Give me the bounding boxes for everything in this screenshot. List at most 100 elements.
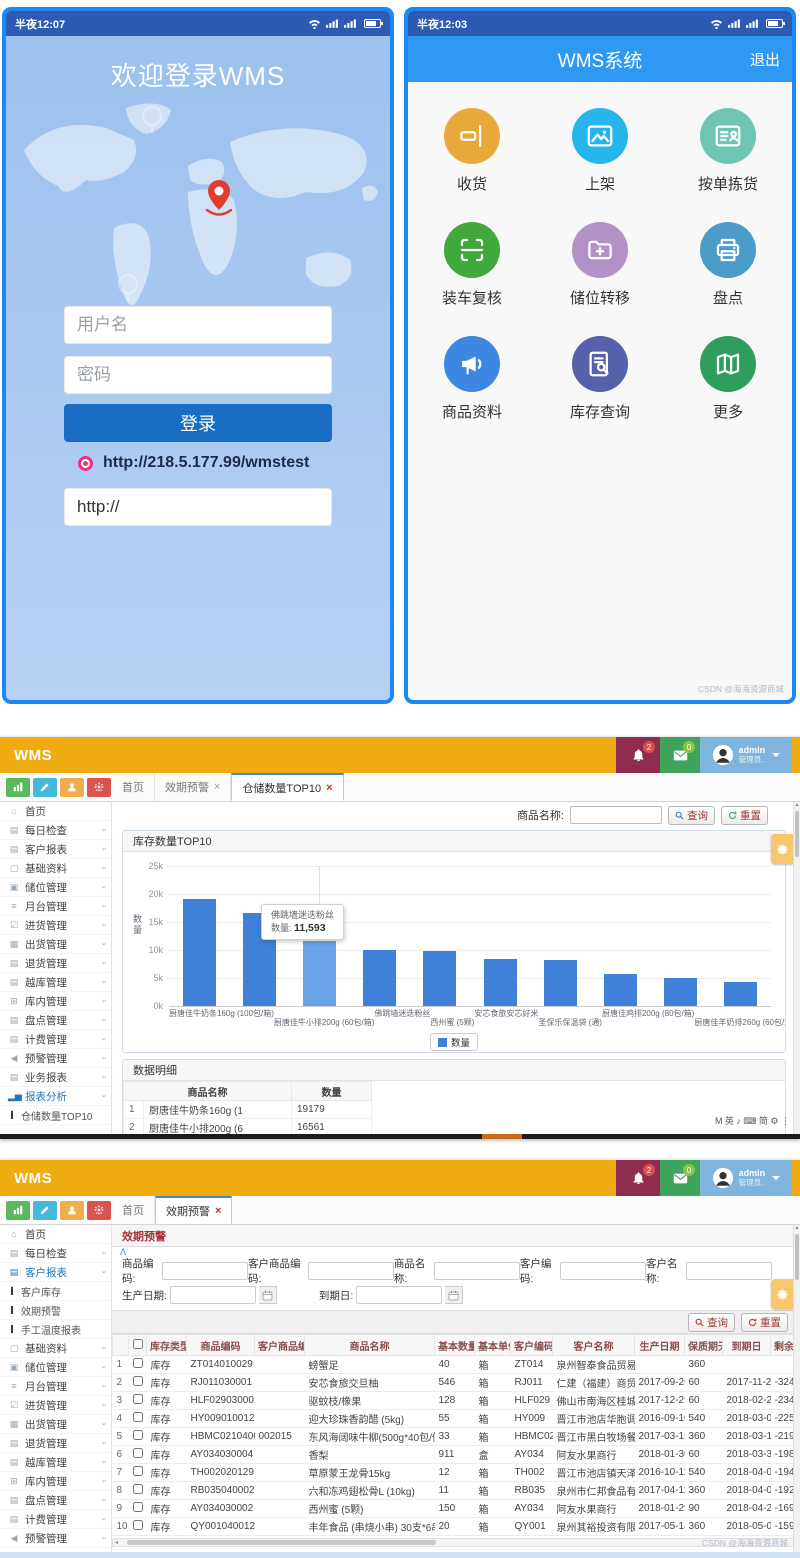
table-row[interactable]: 7库存TH002020129草原蒙王龙骨15kg12箱TH002晋江市池店镇天泽… <box>113 1464 800 1482</box>
sidebar-item-基础资料[interactable]: ▢基础资料› <box>0 859 111 878</box>
date-filter-input-1[interactable] <box>356 1286 442 1304</box>
bar-厨唐佳羊奶排260g (60包/箱)[interactable] <box>604 974 637 1006</box>
sidebar-item-客户报表[interactable]: ▤客户报表› <box>0 840 111 859</box>
table-row[interactable]: 6库存AY034030004香梨911盒AY034阿友水果商行2018-01-3… <box>113 1446 800 1464</box>
query-button[interactable]: 查询 <box>688 1313 735 1332</box>
row-checkbox[interactable] <box>133 1484 143 1494</box>
chart-tool-button[interactable] <box>6 778 30 797</box>
row-checkbox[interactable] <box>133 1520 143 1530</box>
app-item[interactable]: 收货 <box>408 108 536 194</box>
chart-tool-button[interactable] <box>6 1201 30 1220</box>
user-tool-button[interactable] <box>60 1201 84 1220</box>
sidebar-subitem-仓储数量TOP10[interactable]: 仓储数量TOP10 <box>0 1106 111 1125</box>
table-row[interactable]: 9库存AY034030002西州蜜 (5颗)150箱AY034阿友水果商行201… <box>113 1500 800 1518</box>
sidebar-item-月台管理[interactable]: ≡月台管理› <box>0 1377 111 1396</box>
bar-通板盐菜锅 (18入/箱)[interactable] <box>724 982 757 1006</box>
app-item[interactable]: 按单拣货 <box>664 108 792 194</box>
sidebar-item-盘点管理[interactable]: ▤盘点管理› <box>0 1491 111 1510</box>
sidebar-item-客户报表[interactable]: ▤客户报表› <box>0 1263 111 1282</box>
tab-close-icon[interactable]: × <box>214 781 220 793</box>
messages-button[interactable]: 0 <box>660 737 700 773</box>
edit-tool-button[interactable] <box>33 1201 57 1220</box>
row-checkbox[interactable] <box>133 1430 143 1440</box>
notifications-button[interactable]: 2 <box>616 737 660 773</box>
bar-厨唐佳鸡排200g (80包/箱)[interactable] <box>544 960 577 1006</box>
sidebar-item-进货管理[interactable]: ☑进货管理› <box>0 1396 111 1415</box>
sidebar-item-每日检查[interactable]: ▤每日检查› <box>0 821 111 840</box>
row-checkbox[interactable] <box>133 1358 143 1368</box>
sidebar-item-首页[interactable]: ⌂首页 <box>0 802 111 821</box>
calendar-icon[interactable] <box>259 1286 277 1304</box>
bar-安芯食旅安芯好米[interactable] <box>423 951 456 1006</box>
settings-tool-button[interactable] <box>87 1201 111 1220</box>
settings-flyout-button[interactable] <box>771 834 793 864</box>
settings-flyout-button[interactable] <box>771 1279 793 1309</box>
messages-button[interactable]: 0 <box>660 1160 700 1196</box>
edit-tool-button[interactable] <box>33 778 57 797</box>
table-row[interactable]: 1库存ZT014010029螃蟹足40箱ZT014泉州智泰食品贸易有限360 <box>113 1356 800 1374</box>
calendar-icon[interactable] <box>445 1286 463 1304</box>
sidebar-item-计费管理[interactable]: ▤计费管理› <box>0 1510 111 1529</box>
tab-效期预警[interactable]: 效期预警× <box>155 1196 232 1224</box>
bar-厨唐佳牛奶条160g (100包/箱)[interactable] <box>183 899 216 1006</box>
row-checkbox[interactable] <box>133 1448 143 1458</box>
row-checkbox[interactable] <box>133 1376 143 1386</box>
sidebar-item-预警管理[interactable]: ◀预警管理› <box>0 1049 111 1068</box>
logout-button[interactable]: 退出 <box>750 49 780 70</box>
table-row[interactable]: 5库存HBMC0210400201002015东风海阔味牛柳(500g*40包/… <box>113 1428 800 1446</box>
sidebar-item-每日检查[interactable]: ▤每日检查› <box>0 1244 111 1263</box>
product-name-input[interactable] <box>570 806 662 824</box>
table-row[interactable]: 2库存RJ011030001安芯食旅交旦柚546箱RJ011仁建（福建）商贸有限… <box>113 1374 800 1392</box>
filter-input-2[interactable] <box>434 1262 520 1280</box>
sidebar-item-退货管理[interactable]: ▤退货管理› <box>0 954 111 973</box>
sidebar-item-储位管理[interactable]: ▣储位管理› <box>0 878 111 897</box>
row-checkbox[interactable] <box>133 1502 143 1512</box>
tab-close-icon[interactable]: × <box>215 1205 221 1217</box>
table-row[interactable]: 3库存HLF029030001驱蚊枝/橡果128箱HLF029佛山市南海区桂城昕… <box>113 1392 800 1410</box>
filter-input-0[interactable] <box>162 1262 248 1280</box>
sidebar-subitem-客户库存[interactable]: 客户库存 <box>0 1282 111 1301</box>
bar-佛跳墙迷迭粉丝[interactable] <box>303 941 336 1006</box>
scrollbar-vertical[interactable]: ▲ <box>793 802 800 1134</box>
notifications-button[interactable]: 2 <box>616 1160 660 1196</box>
app-item[interactable]: 盘点 <box>664 222 792 308</box>
sidebar-item-越库管理[interactable]: ▤越库管理› <box>0 1453 111 1472</box>
table-row[interactable]: 8库存RB035040002六和冻鸡翅松骨L (10kg)11箱RB035泉州市… <box>113 1482 800 1500</box>
password-input[interactable] <box>64 356 332 394</box>
tab-效期预警[interactable]: 效期预警× <box>155 773 231 801</box>
tab-close-icon[interactable]: × <box>326 782 332 794</box>
table-row[interactable]: 4库存HY009010012迎大珍珠香韵醋 (5kg)55箱HY009晋江市池店… <box>113 1410 800 1428</box>
sidebar-item-出货管理[interactable]: ▦出货管理› <box>0 1415 111 1434</box>
filter-input-1[interactable] <box>308 1262 394 1280</box>
sidebar-item-盘点管理[interactable]: ▤盘点管理› <box>0 1011 111 1030</box>
radio-selected-icon[interactable] <box>78 456 93 471</box>
filter-input-4[interactable] <box>686 1262 772 1280</box>
select-all-checkbox[interactable] <box>133 1339 143 1349</box>
row-checkbox[interactable] <box>133 1394 143 1404</box>
app-item[interactable]: 装车复核 <box>408 222 536 308</box>
sidebar-subitem-手工温度报表[interactable]: 手工温度报表 <box>0 1320 111 1339</box>
user-menu[interactable]: admin 管理员.. <box>700 1160 792 1196</box>
server-radio-row[interactable]: http://218.5.177.99/wmstest <box>78 454 309 472</box>
query-button[interactable]: 查询 <box>668 806 715 825</box>
filter-input-3[interactable] <box>560 1262 646 1280</box>
sidebar-item-库内管理[interactable]: ⊞库内管理› <box>0 992 111 1011</box>
bar-西州蜜 (5颗)[interactable] <box>363 950 396 1006</box>
app-item[interactable]: 更多 <box>664 336 792 422</box>
scrollbar-vertical[interactable]: ▲ <box>793 1225 800 1552</box>
server-url-input[interactable] <box>64 488 332 526</box>
table-row[interactable]: 10库存QY001040012丰年食品 (串烧小串) 30支*6串20箱QY00… <box>113 1518 800 1536</box>
scrollbar-horizontal[interactable]: ◂ <box>112 1538 800 1547</box>
tab-首页[interactable]: 首页 <box>112 1196 155 1224</box>
sidebar-item-越库管理[interactable]: ▤越库管理› <box>0 973 111 992</box>
row-checkbox[interactable] <box>133 1412 143 1422</box>
sidebar-item-储位管理[interactable]: ▣储位管理› <box>0 1358 111 1377</box>
reset-button[interactable]: 重置 <box>721 806 768 825</box>
sidebar-item-首页[interactable]: ⌂首页 <box>0 1225 111 1244</box>
sidebar-item-基础资料[interactable]: ▢基础资料› <box>0 1339 111 1358</box>
sidebar-item-预警管理[interactable]: ◀预警管理› <box>0 1529 111 1548</box>
user-menu[interactable]: admin 管理员.. <box>700 737 792 773</box>
sidebar-item-退货管理[interactable]: ▤退货管理› <box>0 1434 111 1453</box>
tab-仓储数量TOP10[interactable]: 仓储数量TOP10× <box>231 773 343 801</box>
sidebar-item-库内管理[interactable]: ⊞库内管理› <box>0 1472 111 1491</box>
